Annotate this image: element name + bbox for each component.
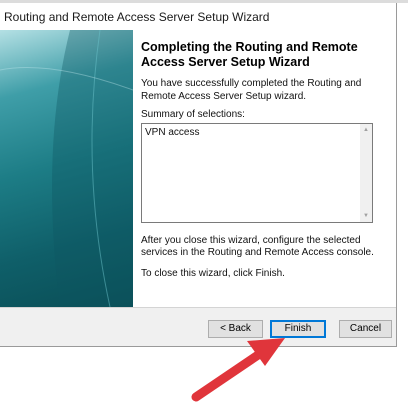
red-arrow-icon <box>191 338 285 402</box>
